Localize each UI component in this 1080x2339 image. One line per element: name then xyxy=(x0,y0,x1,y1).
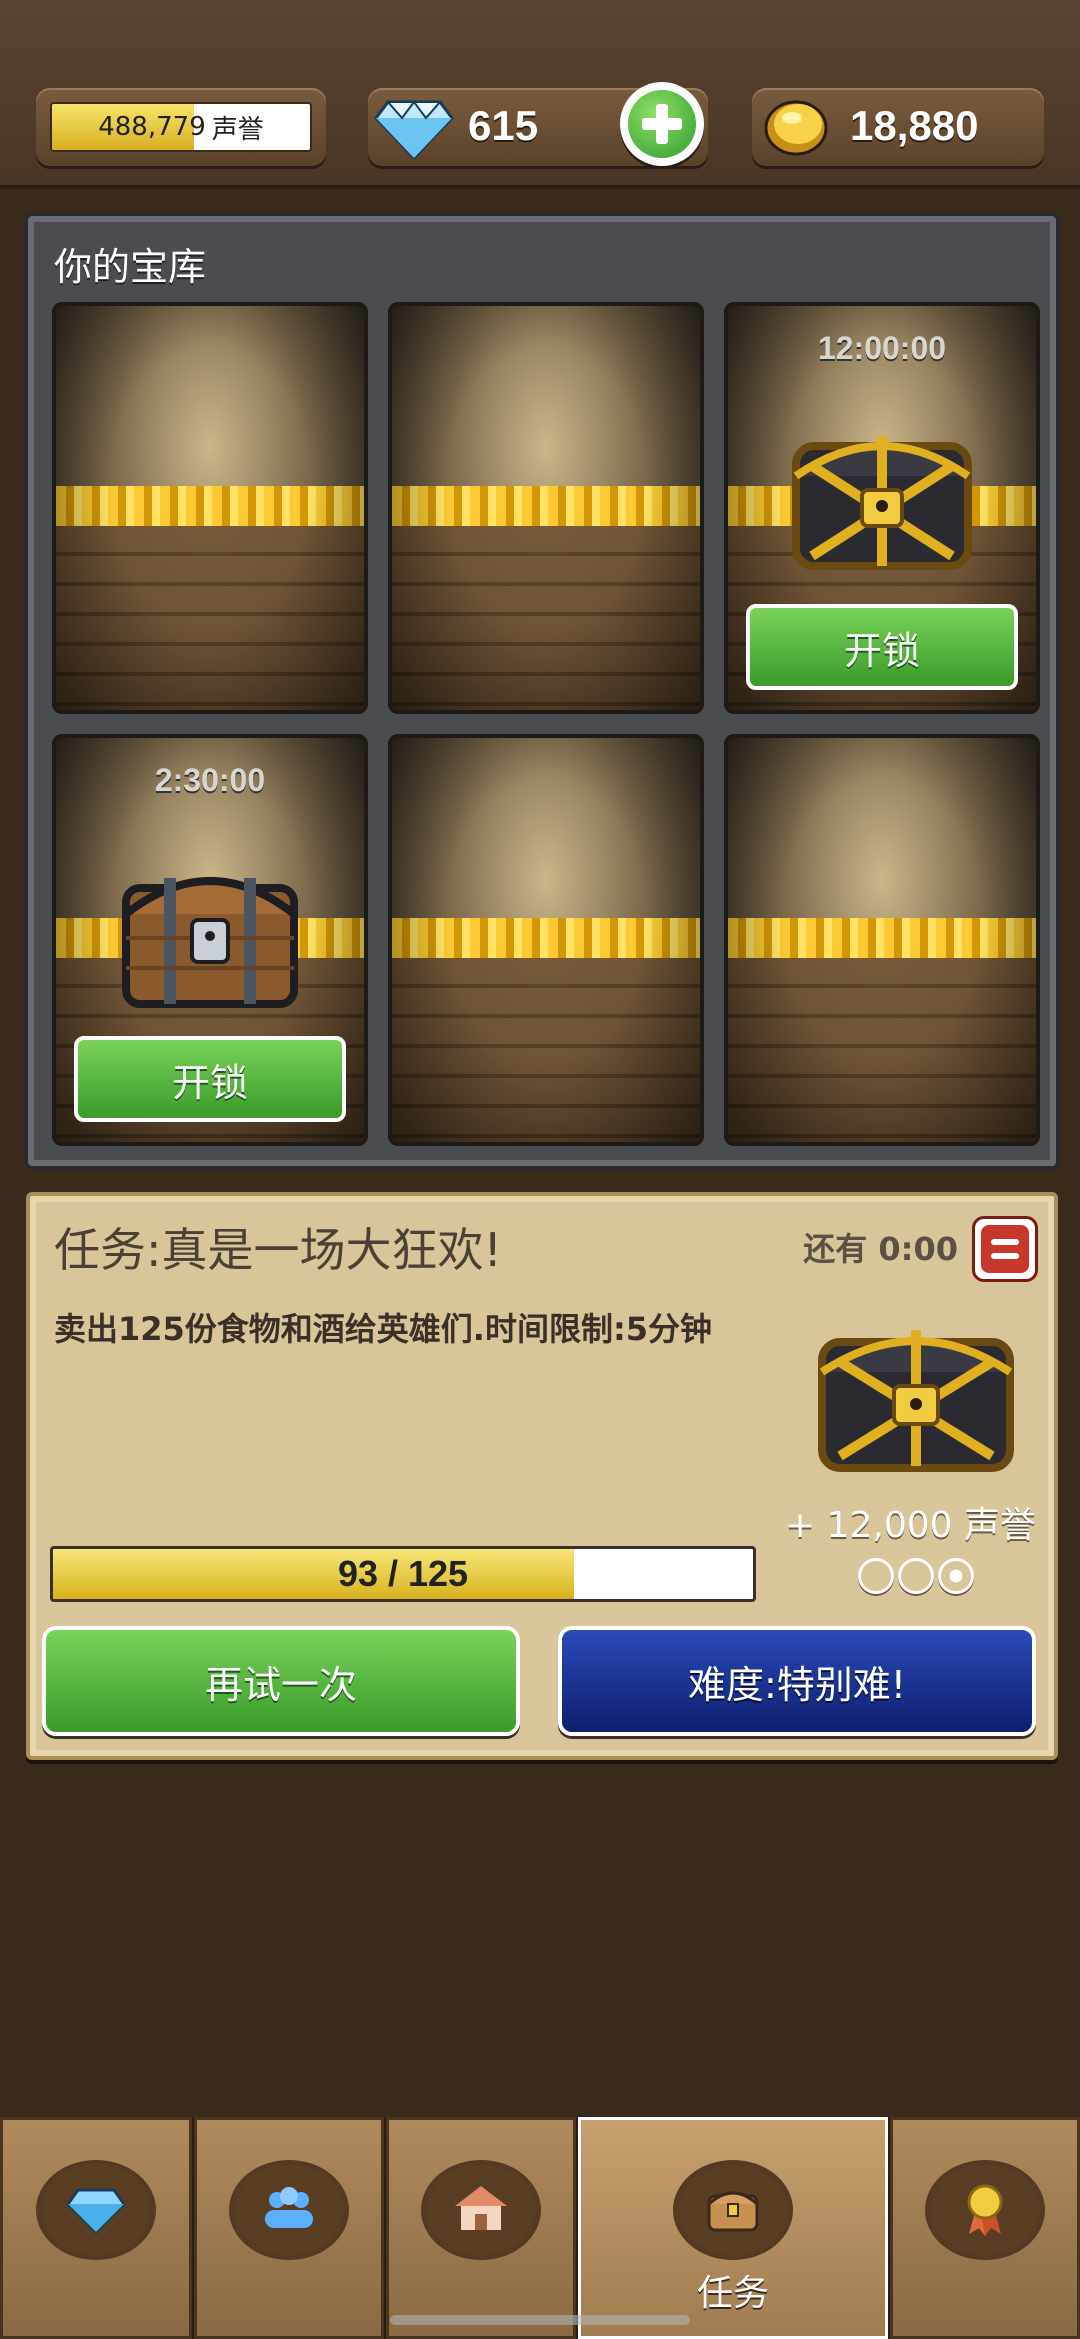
nav-item-quests[interactable]: 任务 xyxy=(578,2117,888,2339)
golden-chest-icon xyxy=(792,436,972,570)
difficulty-circle-icon xyxy=(898,1558,934,1594)
vault-panel: 你的宝库 12:00:00 开锁 2:30:00 开锁 xyxy=(24,212,1060,1170)
vault-slot-1[interactable] xyxy=(52,302,368,714)
medal-icon xyxy=(967,2184,1003,2236)
nav-label-quests: 任务 xyxy=(696,2273,769,2314)
quest-progress-text: 93 / 125 xyxy=(337,1553,469,1594)
wooden-chest-icon xyxy=(122,877,298,1008)
status-bar: 488,779 声誉 615 18,880 xyxy=(0,0,1080,189)
retry-button[interactable]: 再试一次 xyxy=(42,1626,520,1736)
difficulty-circle-icon xyxy=(858,1558,894,1594)
chest-icon xyxy=(707,2191,759,2232)
quest-description: 卖出125份食物和酒给英雄们.时间限制:5分钟 xyxy=(54,1310,713,1348)
home-indicator[interactable] xyxy=(390,2315,690,2325)
quest-title: 任务:真是一场大狂欢! xyxy=(54,1223,502,1277)
gems-counter: 615 xyxy=(368,82,708,166)
reputation-value: 488,779 xyxy=(98,112,206,142)
difficulty-circle-icon xyxy=(938,1558,974,1594)
bottom-nav: 任务 xyxy=(0,2117,1080,2339)
vault-slot-3[interactable]: 12:00:00 开锁 xyxy=(724,302,1040,714)
diamond-icon xyxy=(374,100,454,161)
nav-item-heroes[interactable] xyxy=(194,2117,384,2339)
gems-value: 615 xyxy=(468,102,539,149)
reward-chest-icon xyxy=(818,1330,1014,1472)
quest-reward: + 12,000 声誉 xyxy=(784,1505,1036,1546)
gold-value: 18,880 xyxy=(850,102,979,149)
quest-progress-bar: 93 / 125 xyxy=(50,1546,756,1602)
add-gems-button[interactable] xyxy=(620,82,704,166)
unlock-button[interactable]: 开锁 xyxy=(746,604,1018,690)
difficulty-button[interactable]: 难度:特别难! xyxy=(558,1626,1036,1736)
gem-icon xyxy=(66,2188,126,2235)
gold-counter: 18,880 xyxy=(752,88,1044,166)
menu-icon xyxy=(981,1225,1029,1273)
slot-timer: 12:00:00 xyxy=(817,330,947,366)
plus-icon xyxy=(628,90,696,158)
difficulty-rating xyxy=(858,1558,974,1594)
nav-item-shop[interactable] xyxy=(386,2117,576,2339)
vault-title: 你的宝库 xyxy=(54,245,207,289)
unlock-button[interactable]: 开锁 xyxy=(74,1036,346,1122)
shop-icon xyxy=(455,2186,507,2230)
heroes-icon xyxy=(265,2187,313,2228)
vault-slot-2[interactable] xyxy=(388,302,704,714)
slot-timer: 2:30:00 xyxy=(154,762,266,798)
reputation-meter[interactable]: 488,779 声誉 xyxy=(36,88,326,166)
gold-coin-icon xyxy=(764,100,828,156)
quest-time-remaining: 还有 0:00 xyxy=(803,1230,958,1268)
quest-panel: 任务:真是一场大狂欢! 还有 0:00 卖出125份食物和酒给英雄们.时间限制:… xyxy=(26,1192,1058,1760)
reputation-bar: 488,779 声誉 xyxy=(50,102,312,152)
vault-slot-5[interactable] xyxy=(388,734,704,1146)
vault-slot-6[interactable] xyxy=(724,734,1040,1146)
nav-item-achievements[interactable] xyxy=(890,2117,1080,2339)
abandon-quest-button[interactable] xyxy=(972,1216,1038,1282)
vault-slot-4[interactable]: 2:30:00 开锁 xyxy=(52,734,368,1146)
nav-item-gems[interactable] xyxy=(0,2117,192,2339)
reputation-label: 声誉 xyxy=(211,114,264,145)
